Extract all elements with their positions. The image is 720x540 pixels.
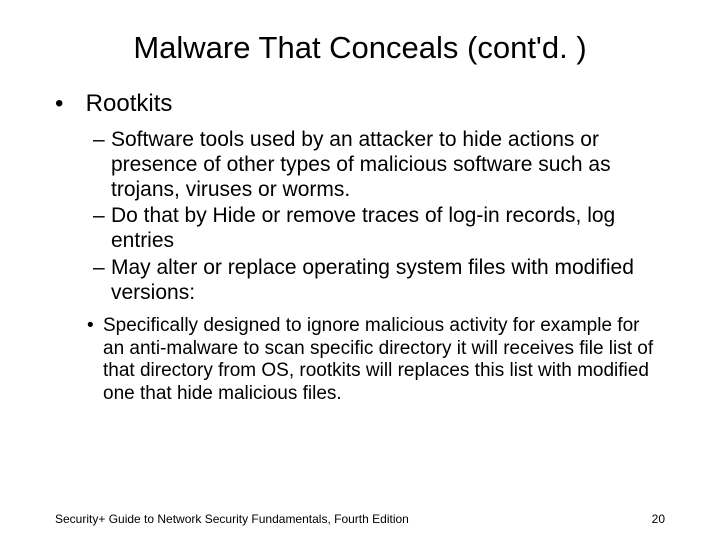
slide-title: Malware That Conceals (cont'd. ) [55,30,665,66]
footer-source: Security+ Guide to Network Security Fund… [55,512,409,526]
bullet-l1-text: Rootkits [86,90,173,117]
bullet-l2-a: Software tools used by an attacker to hi… [93,128,665,202]
slide: Malware That Conceals (cont'd. ) Rootkit… [0,0,720,540]
bullet-l2-c: May alter or replace operating system fi… [93,256,665,306]
bullet-list-level1: Rootkits Software tools used by an attac… [55,90,665,405]
bullet-l3-a: Specifically designed to ignore maliciou… [87,315,665,405]
bullet-list-level3: Specifically designed to ignore maliciou… [55,315,665,405]
bullet-l1-rootkits: Rootkits Software tools used by an attac… [55,90,665,405]
bullet-list-level2: Software tools used by an attacker to hi… [55,128,665,305]
bullet-l2-b: Do that by Hide or remove traces of log-… [93,204,665,254]
footer-page-number: 20 [652,512,665,526]
slide-footer: Security+ Guide to Network Security Fund… [55,512,665,526]
